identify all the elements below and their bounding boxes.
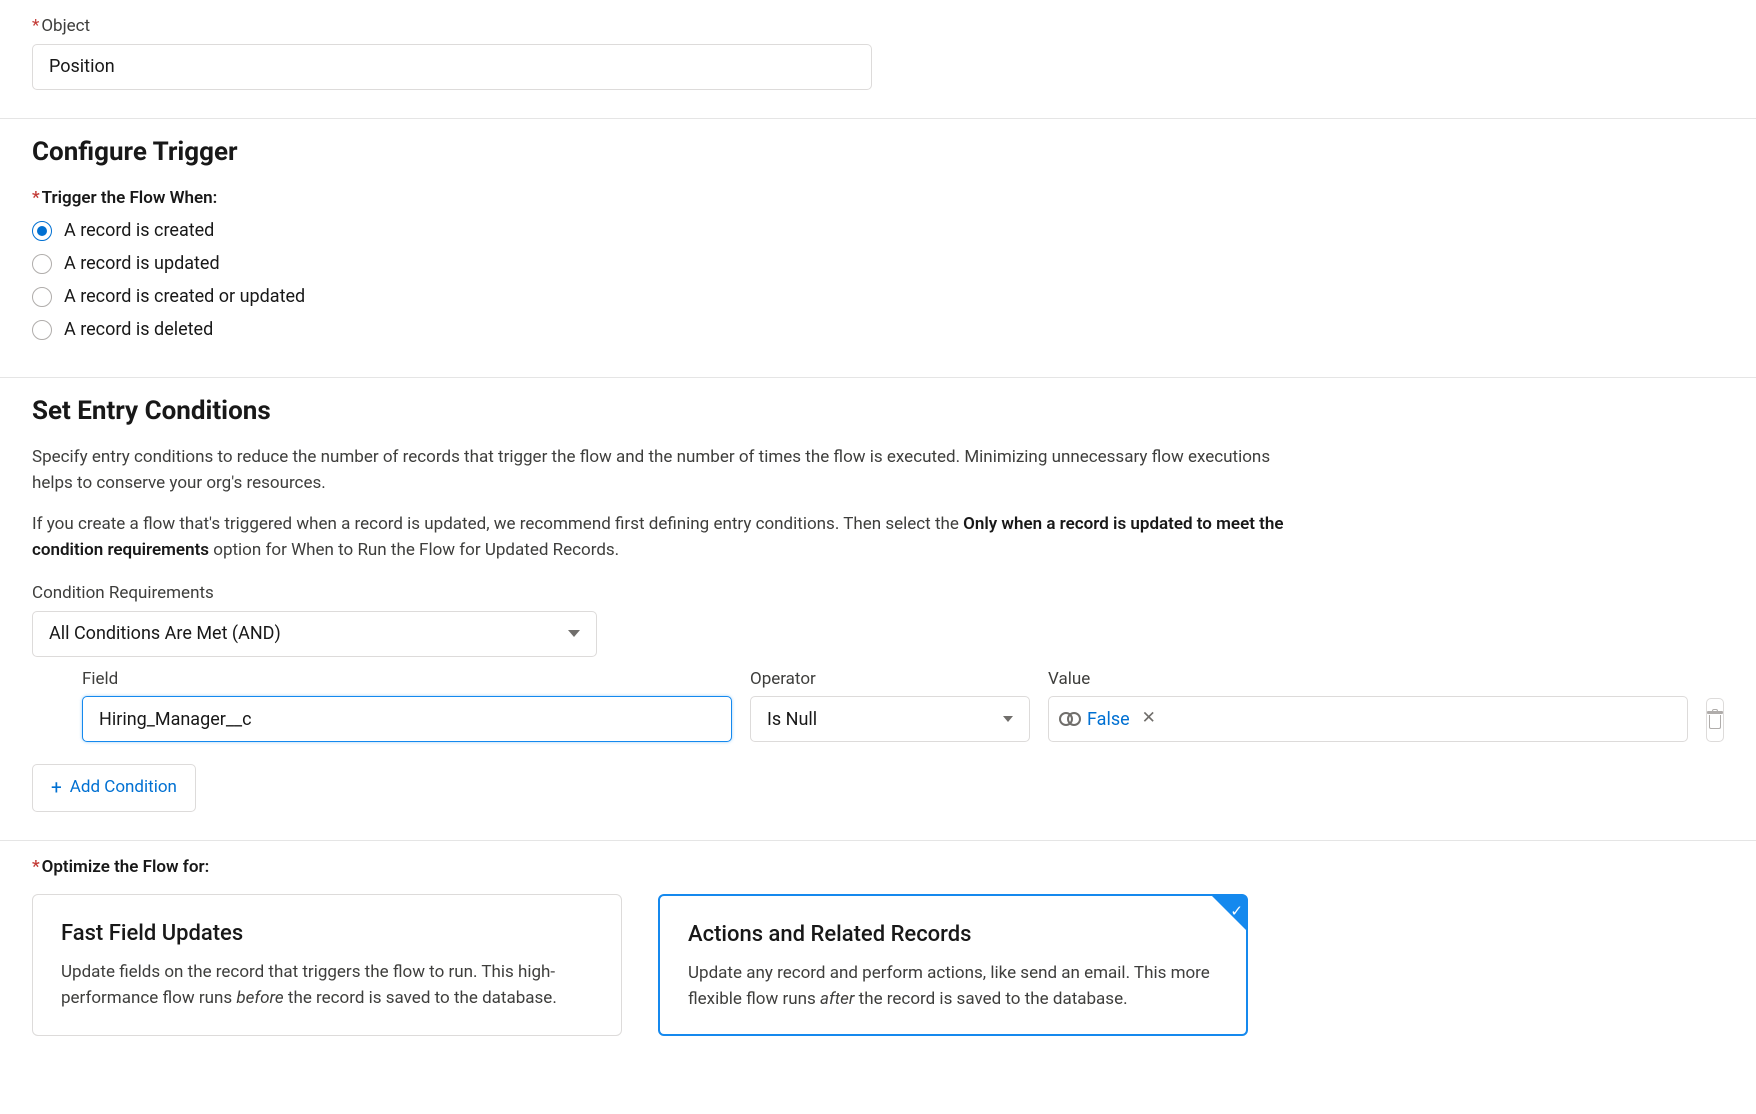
- condition-field-input[interactable]: Hiring_Manager__c: [82, 696, 732, 742]
- trigger-when-label: *Trigger the Flow When:: [32, 186, 1724, 212]
- condition-operator-value: Is Null: [767, 706, 817, 733]
- condition-operator-select[interactable]: Is Null: [750, 696, 1030, 742]
- boolean-icon: [1059, 712, 1081, 726]
- condition-requirements-select[interactable]: All Conditions Are Met (AND): [32, 611, 597, 657]
- add-condition-label: Add Condition: [70, 775, 177, 801]
- radio-icon: [32, 287, 52, 307]
- condition-value-text: False: [1087, 706, 1130, 733]
- object-input[interactable]: Position: [32, 44, 872, 90]
- plus-icon: +: [51, 778, 62, 797]
- condition-row: Field Hiring_Manager__c Operator Is Null…: [82, 667, 1724, 743]
- required-asterisk: *: [32, 188, 40, 208]
- optimize-label: *Optimize the Flow for:: [32, 855, 1724, 881]
- optimize-card-title: Actions and Related Records: [688, 918, 1218, 951]
- required-asterisk: *: [32, 857, 40, 877]
- condition-value-input[interactable]: False ✕: [1048, 696, 1688, 742]
- object-input-value: Position: [49, 53, 115, 80]
- optimize-card[interactable]: Actions and Related Records Update any re…: [658, 894, 1248, 1036]
- condition-requirements-value: All Conditions Are Met (AND): [49, 620, 281, 647]
- operator-column-label: Operator: [750, 667, 1030, 693]
- optimize-card[interactable]: Fast Field Updates Update fields on the r…: [32, 894, 622, 1036]
- entry-help-text-1: Specify entry conditions to reduce the n…: [32, 445, 1292, 496]
- trigger-radio-option[interactable]: A record is deleted: [32, 316, 1724, 343]
- value-pill: False ✕: [1059, 706, 1156, 733]
- trigger-radio-group: A record is created A record is updated A …: [32, 217, 1724, 343]
- condition-field-value: Hiring_Manager__c: [99, 706, 252, 733]
- entry-conditions-title: Set Entry Conditions: [32, 392, 1724, 431]
- radio-label: A record is created or updated: [64, 283, 305, 310]
- radio-label: A record is deleted: [64, 316, 213, 343]
- trigger-radio-option[interactable]: A record is created: [32, 217, 1724, 244]
- text-cursor: [252, 708, 253, 730]
- optimize-card-title: Fast Field Updates: [61, 917, 593, 950]
- condition-requirements-label: Condition Requirements: [32, 581, 1724, 607]
- radio-icon: [32, 221, 52, 241]
- value-column-label: Value: [1048, 667, 1688, 693]
- radio-icon: [32, 254, 52, 274]
- configure-trigger-title: Configure Trigger: [32, 133, 1724, 172]
- optimize-card-desc: Update fields on the record that trigger…: [61, 960, 593, 1011]
- trigger-radio-option[interactable]: A record is updated: [32, 250, 1724, 277]
- radio-icon: [32, 320, 52, 340]
- optimize-card-desc: Update any record and perform actions, l…: [688, 961, 1218, 1012]
- delete-condition-button[interactable]: [1706, 698, 1724, 742]
- chevron-down-icon: [1003, 716, 1013, 722]
- chevron-down-icon: [568, 630, 580, 637]
- radio-label: A record is updated: [64, 250, 220, 277]
- remove-value-icon[interactable]: ✕: [1142, 706, 1156, 732]
- field-column-label: Field: [82, 667, 732, 693]
- selected-check-icon: ✓: [1212, 896, 1246, 930]
- add-condition-button[interactable]: + Add Condition: [32, 764, 196, 812]
- trigger-radio-option[interactable]: A record is created or updated: [32, 283, 1724, 310]
- radio-label: A record is created: [64, 217, 214, 244]
- trash-icon: [1707, 711, 1723, 729]
- optimize-card-row: Fast Field Updates Update fields on the r…: [32, 894, 1724, 1036]
- entry-help-text-2: If you create a flow that's triggered wh…: [32, 512, 1292, 563]
- object-label: *Object: [32, 14, 1724, 40]
- required-asterisk: *: [32, 16, 39, 36]
